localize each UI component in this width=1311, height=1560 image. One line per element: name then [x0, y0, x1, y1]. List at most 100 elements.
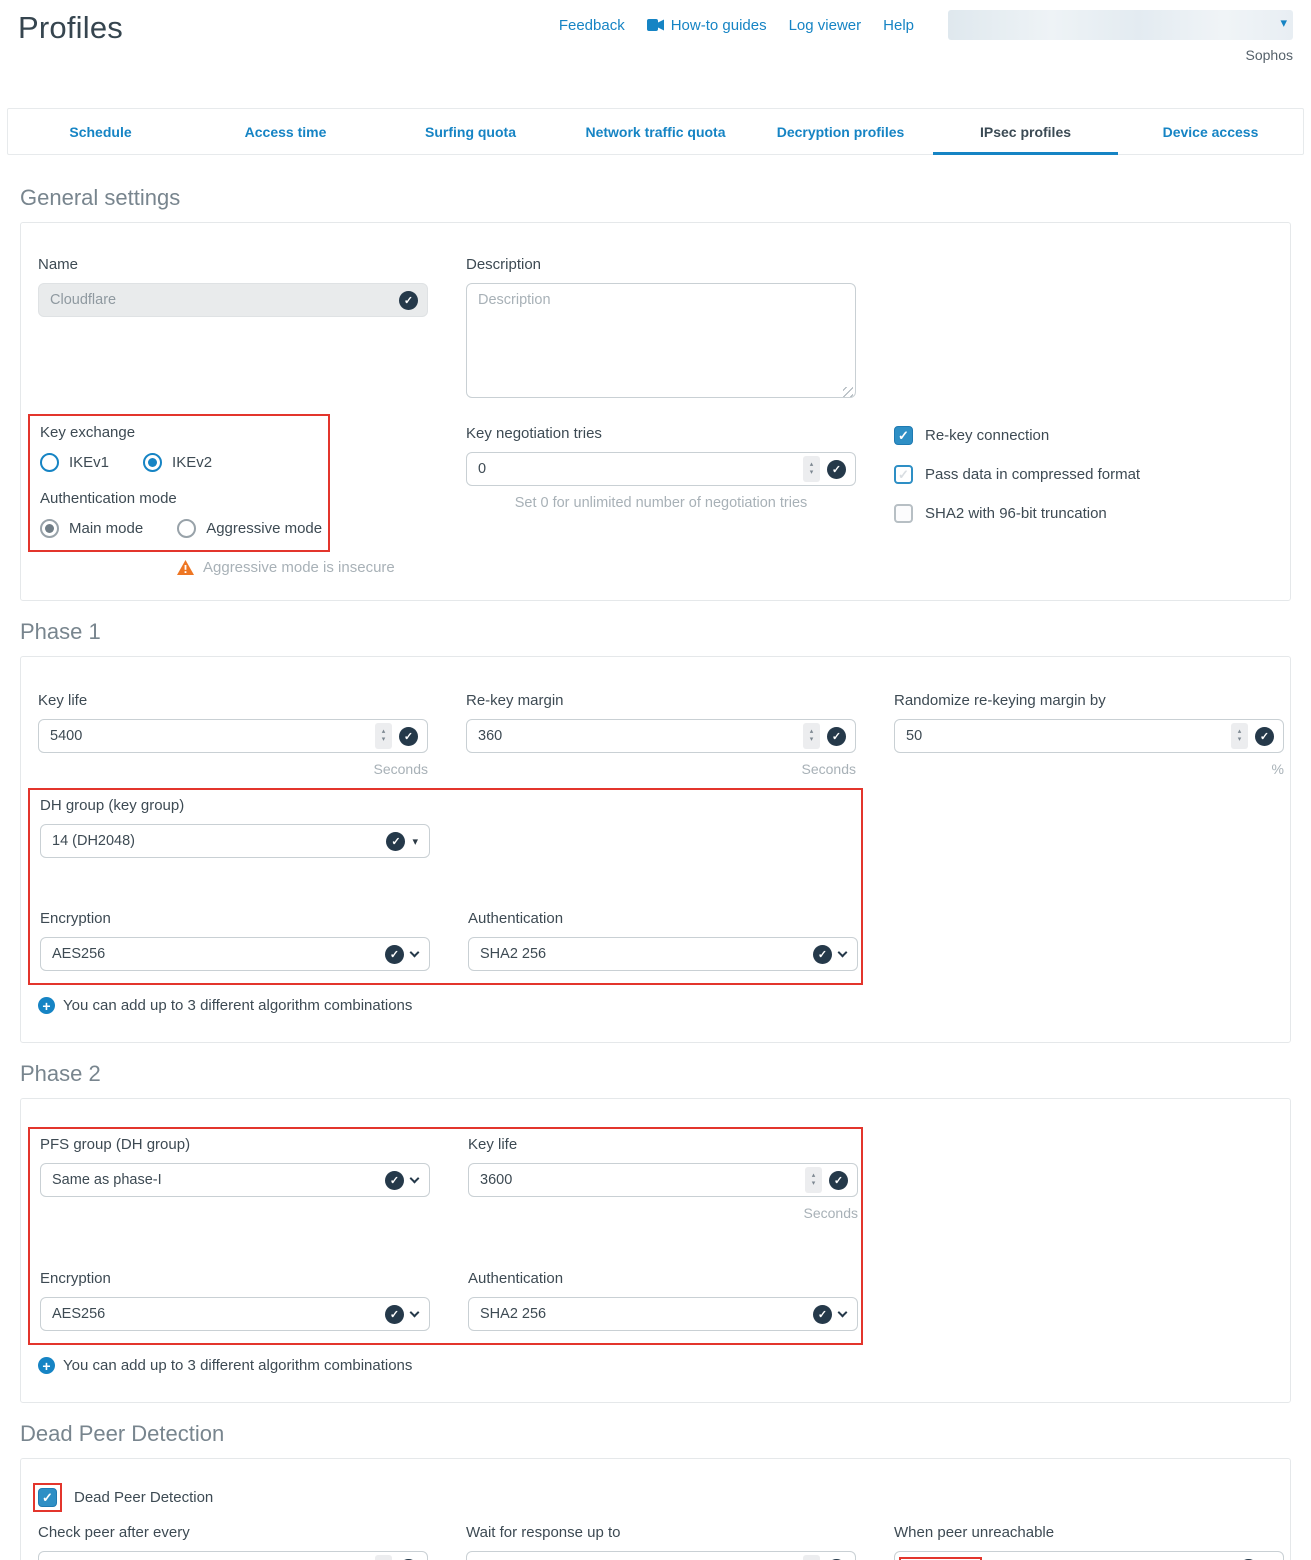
- p1-encryption-select[interactable]: AES256 ✓: [40, 937, 430, 971]
- sha2-truncation-checkbox[interactable]: [894, 504, 913, 523]
- tab-device-access[interactable]: Device access: [1118, 109, 1303, 154]
- aggressive-mode-radio[interactable]: [177, 519, 196, 538]
- valid-check-icon: ✓: [399, 727, 418, 746]
- p1-randomize-unit: %: [894, 760, 1284, 778]
- dpd-when-unreachable-group: When peer unreachable Re-initiate ✓: [894, 1522, 1284, 1560]
- ikev1-radio[interactable]: [40, 453, 59, 472]
- p2-key-life-input[interactable]: ▴▾ ✓: [468, 1163, 858, 1197]
- chevron-down-icon: ▾: [1280, 15, 1287, 31]
- description-field-group: Description: [466, 254, 856, 403]
- add-icon[interactable]: +: [38, 997, 55, 1014]
- p1-rekey-margin-input[interactable]: ▴▾ ✓: [466, 719, 856, 753]
- description-textarea[interactable]: [466, 283, 856, 398]
- dpd-wait-response-input[interactable]: ▴▾ ✓: [466, 1551, 856, 1560]
- dpd-when-unreachable-label: When peer unreachable: [894, 1522, 1284, 1544]
- chevron-down-icon: [838, 1308, 848, 1318]
- valid-check-icon: ✓: [827, 460, 846, 479]
- dpd-enable-label[interactable]: Dead Peer Detection: [74, 1489, 213, 1506]
- key-exchange-column: Key exchange IKEv1 IKEv2 Authentication …: [38, 414, 428, 576]
- stepper-up-icon: ▴: [810, 461, 814, 469]
- main-mode-label[interactable]: Main mode: [69, 520, 143, 537]
- tab-surfing-quota[interactable]: Surfing quota: [378, 109, 563, 154]
- number-stepper[interactable]: ▴▾: [1231, 723, 1248, 749]
- valid-check-icon: ✓: [399, 291, 418, 310]
- compressed-format-label[interactable]: Pass data in compressed format: [925, 466, 1140, 483]
- dpd-check-peer-label: Check peer after every: [38, 1522, 428, 1544]
- p2-authentication-label: Authentication: [468, 1268, 858, 1290]
- p2-pfs-group-select[interactable]: Same as phase-I ✓: [40, 1163, 430, 1197]
- p1-key-life-value[interactable]: [50, 728, 368, 744]
- general-settings-card: Name ✓ Description Key exchange: [20, 222, 1291, 601]
- tab-network-traffic-quota[interactable]: Network traffic quota: [563, 109, 748, 154]
- dpd-check-peer-input[interactable]: ▴▾ ✓: [38, 1551, 428, 1560]
- number-stepper[interactable]: ▴▾: [803, 456, 820, 482]
- ipsec-profiles-page: Profiles Feedback How-to guides Log view…: [0, 0, 1311, 1560]
- number-stepper[interactable]: ▴▾: [805, 1167, 822, 1193]
- resize-grip-icon[interactable]: [843, 387, 853, 397]
- help-link[interactable]: Help: [883, 17, 914, 34]
- rekey-connection-checkbox[interactable]: ✓: [894, 426, 913, 445]
- phase1-card: Key life ▴▾ ✓ Seconds Re-key margin ▴▾ ✓…: [20, 656, 1291, 1043]
- number-stepper[interactable]: ▴▾: [375, 1555, 392, 1560]
- tab-access-time[interactable]: Access time: [193, 109, 378, 154]
- ikev2-radio[interactable]: [143, 453, 162, 472]
- sha2-truncation-label[interactable]: SHA2 with 96-bit truncation: [925, 505, 1107, 522]
- p2-authentication-group: Authentication SHA2 256 ✓: [468, 1268, 858, 1331]
- p1-key-life-input[interactable]: ▴▾ ✓: [38, 719, 428, 753]
- tab-ipsec-profiles[interactable]: IPsec profiles: [933, 109, 1118, 154]
- warning-text: Aggressive mode is insecure: [203, 559, 395, 576]
- p1-add-combination-row[interactable]: + You can add up to 3 different algorith…: [38, 997, 1273, 1014]
- p1-randomize-input[interactable]: ▴▾ ✓: [894, 719, 1284, 753]
- howto-guides-link[interactable]: How-to guides: [671, 17, 767, 34]
- dpd-when-unreachable-select[interactable]: Re-initiate ✓: [894, 1551, 1284, 1560]
- howto-guides-group[interactable]: How-to guides: [647, 17, 767, 34]
- p1-rekey-margin-value[interactable]: [478, 728, 796, 744]
- p1-randomize-label: Randomize re-keying margin by: [894, 690, 1284, 712]
- number-stepper[interactable]: ▴▾: [803, 723, 820, 749]
- p1-randomize-value[interactable]: [906, 728, 1224, 744]
- selected-value: SHA2 256: [480, 1306, 806, 1322]
- p1-authentication-select[interactable]: SHA2 256 ✓: [468, 937, 858, 971]
- ikev2-label[interactable]: IKEv2: [172, 454, 212, 471]
- profile-tabs: Schedule Access time Surfing quota Netwo…: [7, 108, 1304, 155]
- main-mode-radio[interactable]: [40, 519, 59, 538]
- p1-dh-group-select[interactable]: 14 (DH2048) ✓ ▾: [40, 824, 430, 858]
- page-title: Profiles: [18, 10, 123, 46]
- valid-check-icon: ✓: [827, 727, 846, 746]
- number-stepper[interactable]: ▴▾: [803, 1555, 820, 1560]
- p2-add-combination-note: You can add up to 3 different algorithm …: [63, 1357, 412, 1374]
- rekey-connection-label[interactable]: Re-key connection: [925, 427, 1049, 444]
- p2-authentication-select[interactable]: SHA2 256 ✓: [468, 1297, 858, 1331]
- tab-decryption-profiles[interactable]: Decryption profiles: [748, 109, 933, 154]
- key-negotiation-group: Key negotiation tries ▴▾ ✓ Set 0 for unl…: [466, 423, 856, 576]
- tab-schedule[interactable]: Schedule: [8, 109, 193, 154]
- key-negotiation-input[interactable]: ▴▾ ✓: [466, 452, 856, 486]
- key-negotiation-value[interactable]: [478, 461, 796, 477]
- p2-encryption-select[interactable]: AES256 ✓: [40, 1297, 430, 1331]
- log-viewer-link[interactable]: Log viewer: [789, 17, 862, 34]
- aggressive-mode-label[interactable]: Aggressive mode: [206, 520, 322, 537]
- p2-key-life-unit: Seconds: [468, 1204, 858, 1222]
- dpd-enable-row: ✓ Dead Peer Detection: [38, 1488, 1273, 1507]
- add-icon[interactable]: +: [38, 1357, 55, 1374]
- valid-check-icon: ✓: [813, 1305, 832, 1324]
- p2-pfs-group: PFS group (DH group) Same as phase-I ✓: [40, 1134, 430, 1222]
- dpd-check-peer-group: Check peer after every ▴▾ ✓ Seconds: [38, 1522, 428, 1560]
- selected-value: 14 (DH2048): [52, 833, 379, 849]
- account-menu[interactable]: ▾: [948, 10, 1293, 40]
- selected-value: Same as phase-I: [52, 1172, 378, 1188]
- number-stepper[interactable]: ▴▾: [375, 723, 392, 749]
- p2-add-combination-row[interactable]: + You can add up to 3 different algorith…: [38, 1357, 1273, 1374]
- p2-encryption-label: Encryption: [40, 1268, 430, 1290]
- compressed-format-checkbox[interactable]: ✓: [894, 465, 913, 484]
- ikev1-label[interactable]: IKEv1: [69, 454, 109, 471]
- stepper-up-icon: ▴: [382, 728, 386, 736]
- p2-key-life-value[interactable]: [480, 1172, 798, 1188]
- selected-value: AES256: [52, 946, 378, 962]
- feedback-link[interactable]: Feedback: [559, 17, 625, 34]
- phase2-title: Phase 2: [20, 1061, 1291, 1087]
- dpd-enable-checkbox[interactable]: ✓: [38, 1488, 57, 1507]
- name-input[interactable]: ✓: [38, 283, 428, 317]
- key-exchange-annotation-box: Key exchange IKEv1 IKEv2 Authentication …: [28, 414, 330, 552]
- name-value[interactable]: [50, 292, 392, 308]
